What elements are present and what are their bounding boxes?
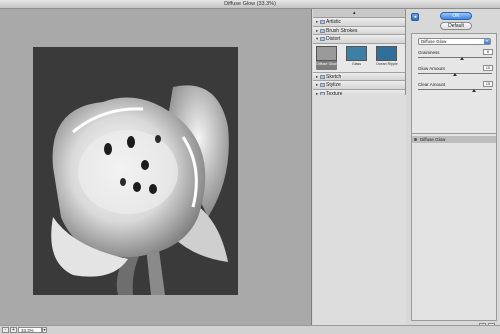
- glow-amount-field[interactable]: 10: [483, 65, 493, 71]
- status-bar: - + 33.3% ▾: [0, 325, 500, 334]
- folder-sketch[interactable]: ▸ Sketch: [313, 72, 405, 81]
- graininess-slider-knob[interactable]: [460, 57, 465, 60]
- thumb-glass[interactable]: Glass: [346, 45, 367, 70]
- thumbnail-image: [346, 45, 367, 61]
- folder-icon: [320, 37, 325, 41]
- effect-layer-item[interactable]: Diffuse Glow: [412, 136, 496, 143]
- folder-brush-strokes[interactable]: ▸ Brush Strokes: [313, 26, 405, 35]
- gallery-header[interactable]: ▴: [313, 9, 405, 18]
- folder-label: Sketch: [326, 73, 342, 80]
- folder-icon: [320, 20, 325, 24]
- folder-icon: [320, 83, 325, 87]
- folder-label: Distort: [326, 36, 341, 42]
- disclosure-triangle-icon[interactable]: ▸: [316, 73, 318, 81]
- graininess-field[interactable]: 6: [483, 49, 493, 55]
- chevron-down-icon: ▾: [484, 39, 490, 44]
- thumb-label: Diffuse Glow: [316, 61, 337, 66]
- disclosure-triangle-icon[interactable]: ▾: [316, 35, 318, 43]
- default-button[interactable]: Default: [440, 22, 472, 30]
- window-title: Diffuse Glow (33.3%): [0, 0, 500, 9]
- toggle-gallery-button[interactable]: ◂: [411, 13, 419, 21]
- folder-label: Brush Strokes: [326, 27, 358, 34]
- folder-icon: [320, 28, 325, 33]
- thumb-label: Glass: [351, 61, 362, 66]
- thumb-label: Ocean Ripple: [376, 61, 398, 66]
- param-label: Graininess: [418, 50, 440, 55]
- param-label: Glow Amount: [418, 66, 445, 71]
- folder-label: Artistic: [326, 19, 341, 25]
- preview-canvas[interactable]: [0, 9, 312, 325]
- folder-label: Stylize: [326, 82, 341, 88]
- eye-icon[interactable]: [414, 138, 417, 141]
- disclosure-triangle-icon[interactable]: ▸: [316, 18, 318, 26]
- clear-amount-slider[interactable]: [418, 89, 492, 90]
- thumbnail-image: [376, 45, 397, 61]
- glow-amount-slider-knob[interactable]: [453, 73, 457, 76]
- param-label: Clear Amount: [418, 82, 446, 87]
- filter-select-value: Diffuse Glow: [421, 39, 447, 44]
- disclosure-triangle-icon[interactable]: ▸: [316, 27, 318, 35]
- clear-amount-slider-knob[interactable]: [471, 89, 476, 92]
- gallery-empty-area: [313, 95, 406, 325]
- thumb-ocean-ripple[interactable]: Ocean Ripple: [376, 45, 398, 70]
- clear-amount-field[interactable]: 15: [483, 81, 493, 87]
- zoom-in-button[interactable]: +: [10, 327, 17, 333]
- param-clear-amount: Clear Amount 15: [417, 81, 495, 95]
- distort-thumbnails: Diffuse Glow Glass Ocean Ripple: [313, 43, 405, 73]
- filter-settings: Diffuse Glow ▾ Graininess 6 Glow Amount …: [411, 33, 497, 137]
- disclosure-triangle-icon[interactable]: ▸: [316, 81, 318, 89]
- zoom-out-button[interactable]: -: [2, 327, 9, 333]
- effect-layers-list: Diffuse Glow: [411, 133, 497, 321]
- zoom-menu-arrow[interactable]: ▾: [42, 327, 47, 333]
- folder-distort[interactable]: ▾ Distort: [313, 35, 405, 44]
- folder-stylize[interactable]: ▸ Stylize: [313, 81, 405, 90]
- thumbnail-image: [316, 45, 337, 61]
- param-graininess: Graininess 6: [417, 49, 495, 63]
- chevron-up-icon[interactable]: ▴: [353, 10, 356, 16]
- layer-label: Diffuse Glow: [420, 137, 446, 142]
- zoom-field[interactable]: 33.3%: [18, 327, 42, 333]
- preview-image: [33, 47, 238, 295]
- folder-icon: [320, 74, 325, 79]
- graininess-slider[interactable]: [418, 57, 492, 58]
- settings-panel: ◂ OK Default Diffuse Glow ▾ Graininess 6…: [407, 9, 500, 330]
- filter-select[interactable]: Diffuse Glow ▾: [418, 38, 491, 45]
- ok-button[interactable]: OK: [440, 12, 472, 20]
- filter-gallery: ▴ ▸ Artistic ▸ Brush Strokes ▾ Distort D…: [313, 9, 406, 325]
- param-glow-amount: Glow Amount 10: [417, 65, 495, 79]
- thumb-diffuse-glow[interactable]: Diffuse Glow: [316, 45, 337, 70]
- folder-artistic[interactable]: ▸ Artistic: [313, 18, 405, 27]
